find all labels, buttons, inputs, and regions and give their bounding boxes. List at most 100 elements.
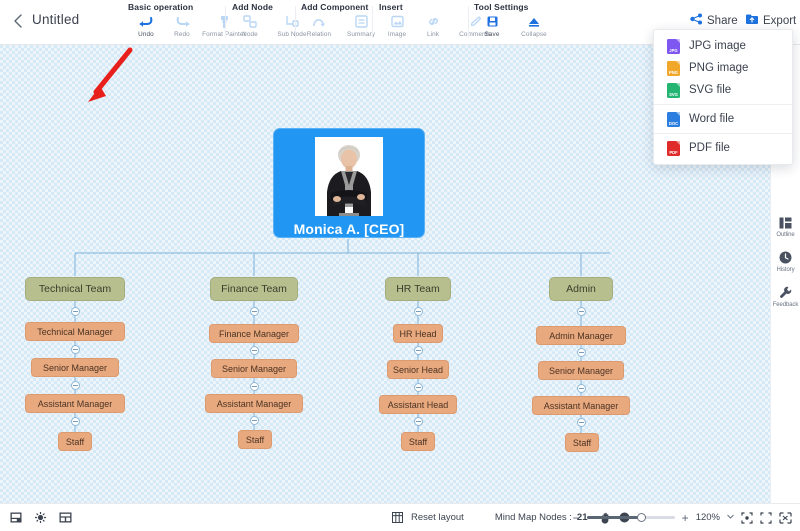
mindmap-role-node[interactable]: Assistant Manager — [205, 394, 303, 413]
role-node-label: Staff — [572, 437, 592, 448]
share-nodes-icon — [690, 13, 703, 28]
add-node-button[interactable]: Node — [232, 13, 268, 38]
fit-bounds-icon[interactable] — [760, 511, 772, 524]
zoom-out-button[interactable]: − — [573, 512, 580, 524]
center-focus-icon[interactable] — [741, 511, 753, 524]
toolbar-divider — [468, 6, 469, 38]
mindmap-team-node-technical[interactable]: Technical Team — [25, 277, 125, 301]
document-title[interactable]: Untitled — [32, 12, 79, 27]
sidebar-item-history[interactable]: History — [771, 250, 800, 273]
chevron-down-icon[interactable] — [727, 514, 734, 521]
outline-icon — [779, 215, 792, 230]
mindmap-role-node[interactable]: HR Head — [393, 324, 443, 343]
fit-screen-icon[interactable] — [10, 512, 22, 523]
sidebar-item-outline[interactable]: Outline — [771, 215, 800, 238]
mindmap-team-node-admin[interactable]: Admin — [549, 277, 613, 301]
insert-link-button[interactable]: Link — [415, 13, 451, 38]
layout-icon[interactable] — [59, 512, 72, 523]
team-node-label: Admin — [566, 283, 596, 295]
mindmap-role-node[interactable]: Staff — [565, 433, 599, 452]
team-node-label: HR Team — [396, 283, 440, 295]
mindmap-role-node[interactable]: Assistant Head — [379, 395, 457, 414]
collapse-toggle-hr[interactable] — [413, 307, 423, 316]
pdf-file-icon: PDF — [667, 140, 680, 156]
undo-arrow-icon — [139, 13, 154, 30]
role-node-label: Assistant Manager — [37, 398, 113, 409]
collapse-toggle[interactable] — [576, 348, 586, 357]
mindmap-root-node[interactable]: Monica A. [CEO] — [273, 128, 425, 238]
export-button[interactable]: Export — [745, 13, 796, 28]
zoom-level-label: 120% — [695, 512, 720, 523]
export-option-png[interactable]: PNG PNG image — [654, 58, 792, 78]
export-dropdown-menu[interactable]: JPG JPG image PNG PNG image SVG SVG file… — [653, 29, 793, 165]
mindmap-app: Monica A. [CEO] Technical Team Technical… — [0, 0, 800, 531]
collapse-toggle[interactable] — [413, 383, 423, 392]
export-option-word[interactable]: DOC Word file — [654, 109, 792, 129]
mindmap-role-node[interactable]: Staff — [401, 432, 435, 451]
status-bar-left-tools — [10, 512, 72, 523]
theme-color-icon[interactable] — [35, 512, 46, 523]
export-option-label: SVG file — [689, 84, 732, 96]
insert-image-button[interactable]: Image — [379, 13, 415, 38]
fullscreen-icon[interactable] — [779, 511, 792, 524]
mindmap-role-node[interactable]: Staff — [238, 430, 272, 449]
collapse-toggle[interactable] — [249, 416, 259, 425]
collapse-button[interactable]: Collapse — [510, 13, 558, 38]
mindmap-role-node[interactable]: Assistant Manager — [532, 396, 630, 415]
ceo-photo — [315, 137, 383, 216]
chevron-left-icon[interactable] — [8, 11, 28, 31]
collapse-toggle[interactable] — [576, 418, 586, 427]
role-node-label: Staff — [245, 434, 265, 445]
mindmap-role-node[interactable]: Assistant Manager — [25, 394, 125, 413]
collapse-toggle[interactable] — [70, 417, 80, 426]
collapse-toggle[interactable] — [70, 345, 80, 354]
save-button[interactable]: Save — [474, 13, 510, 38]
mindmap-role-node[interactable]: Technical Manager — [25, 322, 125, 341]
reset-layout-label: Reset layout — [411, 512, 464, 523]
collapse-toggle[interactable] — [249, 346, 259, 355]
collapse-toggle[interactable] — [413, 417, 423, 426]
reset-layout-button[interactable]: Reset layout — [392, 512, 464, 523]
mindmap-role-node[interactable]: Admin Manager — [536, 326, 626, 345]
mindmap-role-node[interactable]: Senior Manager — [31, 358, 119, 377]
collapse-toggle[interactable] — [576, 384, 586, 393]
node-count-label: Mind Map Nodes : — [494, 512, 572, 523]
toolbar-divider — [372, 6, 373, 38]
save-disk-icon — [486, 13, 499, 30]
zoom-in-button[interactable]: + — [682, 512, 689, 524]
collapse-toggle[interactable] — [70, 381, 80, 390]
collapse-toggle[interactable] — [413, 346, 423, 355]
mindmap-role-node[interactable]: Senior Manager — [538, 361, 624, 380]
export-option-jpg[interactable]: JPG JPG image — [654, 36, 792, 56]
mindmap-role-node[interactable]: Staff — [58, 432, 92, 451]
toolbar-divider — [295, 6, 296, 38]
export-option-svg[interactable]: SVG SVG file — [654, 80, 792, 100]
mindmap-role-node[interactable]: Senior Manager — [211, 359, 297, 378]
zoom-slider-handle[interactable] — [636, 512, 646, 522]
zoom-controls: − + 120% — [573, 512, 792, 524]
sidebar-item-feedback[interactable]: Feedback — [771, 285, 800, 308]
collapse-toggle[interactable] — [249, 382, 259, 391]
mindmap-team-node-hr[interactable]: HR Team — [385, 277, 451, 301]
toolbar-group-label: Basic operation — [128, 2, 194, 12]
mindmap-team-node-finance[interactable]: Finance Team — [210, 277, 298, 301]
role-node-label: Assistant Head — [387, 399, 449, 410]
collapse-toggle-finance[interactable] — [249, 307, 259, 316]
role-node-label: HR Head — [399, 328, 437, 339]
collapse-toggle-admin[interactable] — [576, 307, 586, 316]
relation-button[interactable]: Relation — [301, 13, 337, 38]
sidebar-item-label: Feedback — [772, 302, 799, 308]
collapse-toggle-technical[interactable] — [70, 307, 80, 316]
link-icon — [427, 13, 440, 30]
mindmap-role-node[interactable]: Senior Head — [387, 360, 449, 379]
share-button[interactable]: Share — [690, 13, 738, 28]
undo-button[interactable]: Undo — [128, 13, 164, 38]
export-option-pdf[interactable]: PDF PDF file — [654, 138, 792, 158]
relation-label: Relation — [306, 31, 332, 38]
zoom-slider[interactable] — [586, 512, 675, 522]
export-option-label: JPG image — [689, 40, 746, 52]
export-option-label: PDF file — [689, 142, 730, 154]
redo-button[interactable]: Redo — [164, 13, 200, 38]
mindmap-role-node[interactable]: Finance Manager — [209, 324, 299, 343]
summary-button[interactable]: Summary — [337, 13, 385, 38]
